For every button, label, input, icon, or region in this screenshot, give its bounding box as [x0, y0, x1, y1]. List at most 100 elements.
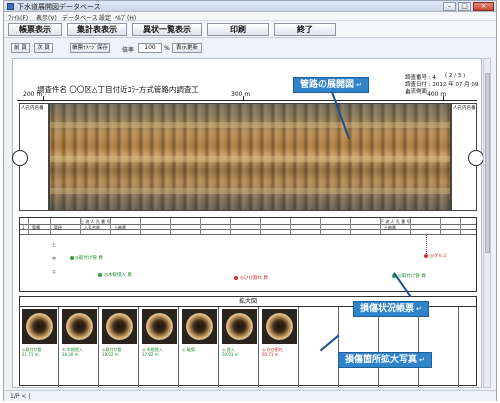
damage-note: ◎木根侵入 異: [104, 273, 132, 278]
pipe-interior: [266, 313, 293, 340]
maximize-button[interactable]: □: [458, 2, 471, 11]
table-col: [170, 218, 171, 234]
exit-button[interactable]: 終了: [274, 23, 336, 36]
photo-cell[interactable]: ◎取付け管 21.71 m: [20, 307, 59, 387]
summary-view-button[interactable]: 集計表表示: [67, 23, 127, 36]
damage-photo[interactable]: [62, 309, 97, 344]
ruler-tick: [43, 96, 44, 101]
table-col: [80, 218, 81, 234]
ruler-tick: [243, 96, 244, 101]
status-text: 1/P < |: [10, 393, 31, 400]
photo-caption: ◎ ひび割れ 60.71 m: [262, 347, 283, 357]
header-cell: 土被厚: [384, 225, 396, 230]
callout-text: 管路の展開図: [300, 80, 355, 90]
doc-title: 調査件名 〇〇区△丁目付近ｺﾗｰ方式管路内調査工: [37, 85, 199, 94]
window-title: 下水道展開図データベース: [17, 3, 101, 11]
photo-caption: ① 木根侵入 28.20 m: [62, 347, 83, 357]
callout-text: 損傷箇所拡大写真: [345, 355, 418, 365]
photo-cell[interactable]: ① 木根侵入 28.20 m: [60, 307, 99, 387]
return-mark: ↵: [356, 81, 362, 89]
photo-caption: ◎ 木根侵入 37.82 m: [142, 347, 163, 357]
refresh-button[interactable]: 表示更新: [172, 43, 202, 53]
table-col: [350, 218, 351, 234]
photo-caption: ◎ 侵入 50.03 m: [222, 347, 239, 357]
table-col: [260, 218, 261, 234]
pipe-interior: [66, 313, 93, 340]
return-mark: ↵: [419, 356, 425, 364]
distance-start: 200 m: [23, 91, 43, 98]
pipe-interior: [26, 313, 53, 340]
header-cell: 土被厚: [114, 225, 126, 230]
page-controls: 前 頁 次 頁 帳票ｲﾒｰｼﾞ保存 倍率 100 % 表示更新: [4, 38, 496, 56]
row-label: 中: [52, 256, 56, 261]
header-cell: 1: [22, 225, 25, 230]
zoom-input[interactable]: 100: [138, 43, 162, 53]
damage-note: ◎取付け管 異: [398, 274, 426, 279]
vertical-scrollbar[interactable]: [483, 58, 491, 388]
photo-cell: [420, 307, 459, 387]
photo-cell[interactable]: ◎取付け管 28.02 m: [100, 307, 139, 387]
damage-note: ◎取付け管 異: [75, 256, 103, 261]
page-indicator: ( 2 / 3 ): [445, 73, 466, 79]
pipe-interior: [146, 313, 173, 340]
report-canvas: 調査件名 〇〇区△丁目付近ｺﾗｰ方式管路内調査工 調査番号 : 4 ( 2 / …: [12, 58, 484, 388]
report-view-button[interactable]: 帳票表示: [8, 23, 62, 36]
main-toolbar: 帳票表示 集計表表示 異状一覧表示 印刷 終了: [4, 21, 496, 38]
damage-photo[interactable]: [222, 309, 257, 344]
table-col: [230, 218, 231, 234]
save-image-button[interactable]: 帳票ｲﾒｰｼﾞ保存: [70, 43, 110, 53]
damage-note: ◎ひび割れ 異: [240, 276, 268, 281]
table-col: [200, 218, 201, 234]
photo-cell[interactable]: ◎ ひび割れ 60.71 m: [260, 307, 299, 387]
minimize-button[interactable]: –: [443, 2, 456, 11]
table-col: [50, 218, 51, 234]
table-col: [140, 218, 141, 234]
damage-photo[interactable]: [182, 309, 217, 344]
scrollbar-thumb[interactable]: [485, 73, 490, 253]
damage-marker[interactable]: [424, 254, 428, 258]
print-button[interactable]: 印刷: [207, 23, 269, 36]
damage-photo[interactable]: [22, 309, 57, 344]
damage-marker[interactable]: [98, 273, 102, 277]
damage-marker[interactable]: [70, 256, 74, 260]
menu-bar: ﾌｧｲﾙ(F) 表示(V) データベース 設定 ﾍﾙﾌﾟ(H): [4, 12, 496, 22]
table-col: [410, 218, 411, 234]
callout-damage-photo: 損傷箇所拡大写真 ↵: [338, 352, 432, 368]
photo-cell[interactable]: ◎ 破損: [180, 307, 219, 387]
photo-cell[interactable]: ◎ 木根侵入 37.82 m: [140, 307, 179, 387]
header-cell: 管径: [54, 225, 62, 230]
pipe-band: [50, 188, 450, 194]
photo-cell[interactable]: ◎ 侵入 50.03 m: [220, 307, 259, 387]
damage-status-table: 上 流 人 孔 番 号 下 流 人 孔 番 号 1 管種 管径 人孔名称 土被厚…: [19, 217, 477, 292]
distance-ruler: [17, 100, 477, 101]
table-col: [28, 218, 29, 234]
direction-label: 上流側面: [405, 89, 428, 95]
anomaly-list-button[interactable]: 異状一覧表示: [132, 23, 202, 36]
pipe-development-image: [49, 103, 451, 211]
damage-marker[interactable]: [234, 276, 238, 280]
row-label: 下: [52, 270, 56, 275]
title-bar: 下水道展開図データベース – □ ×: [4, 1, 496, 12]
pipe-interior: [226, 313, 253, 340]
callout-pipe-development: 管路の展開図 ↵: [293, 77, 369, 93]
table-col: [110, 218, 111, 234]
photo-caption: ◎取付け管 21.71 m: [22, 347, 42, 357]
damage-photo[interactable]: [102, 309, 137, 344]
pipe-interior: [186, 313, 213, 340]
callout-damage-report: 損傷状況帳票 ↵: [353, 301, 429, 317]
close-button[interactable]: ×: [473, 2, 494, 11]
pipe-interior: [106, 313, 133, 340]
table-col: [460, 218, 461, 234]
photo-cell: [380, 307, 419, 387]
photo-cell: [340, 307, 379, 387]
table-col: [320, 218, 321, 234]
header-cell: 管種: [32, 225, 40, 230]
ruler-tick: [443, 96, 444, 101]
app-icon: [7, 3, 14, 10]
damage-photo[interactable]: [142, 309, 177, 344]
photo-caption: ◎ 破損: [182, 347, 195, 352]
row-label: 上: [52, 242, 56, 247]
damage-photo[interactable]: [262, 309, 297, 344]
next-page-button[interactable]: 次 頁: [34, 43, 53, 53]
prev-page-button[interactable]: 前 頁: [11, 43, 30, 53]
